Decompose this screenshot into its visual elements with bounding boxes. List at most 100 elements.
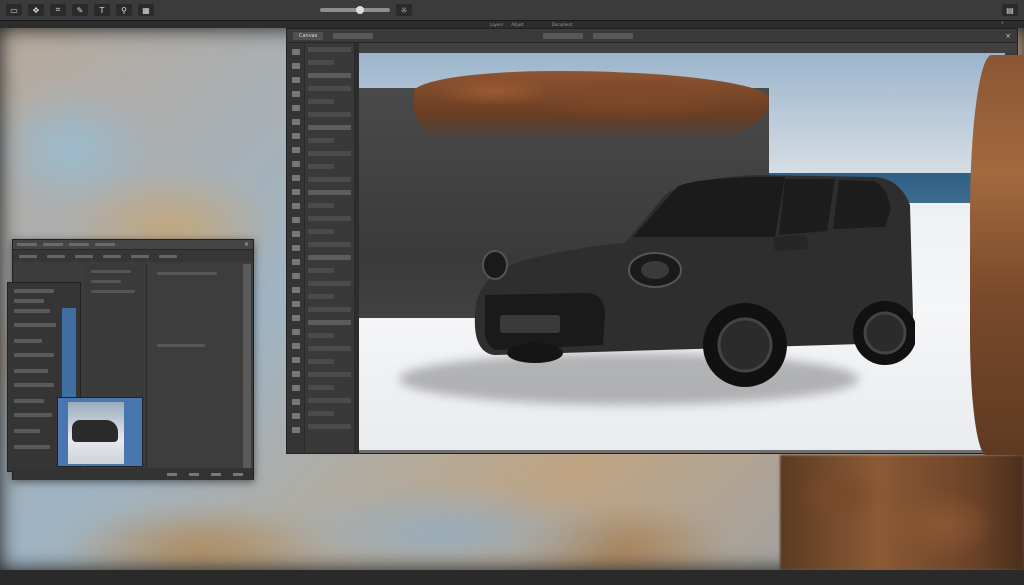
property-row[interactable] bbox=[308, 99, 334, 104]
move-icon[interactable]: ✥ bbox=[28, 4, 44, 16]
secondary-scrollbar[interactable] bbox=[243, 264, 251, 476]
option-row[interactable] bbox=[14, 353, 54, 357]
zoom-slider[interactable] bbox=[320, 6, 390, 14]
menu-item[interactable] bbox=[75, 254, 93, 258]
property-row[interactable] bbox=[308, 385, 334, 390]
close-icon[interactable]: × bbox=[1005, 32, 1011, 40]
menu-item[interactable] bbox=[19, 254, 37, 258]
tool-icon[interactable] bbox=[291, 105, 300, 111]
footer-icon[interactable] bbox=[189, 472, 199, 476]
layer-row[interactable] bbox=[91, 280, 121, 283]
tool-icon[interactable] bbox=[291, 133, 300, 139]
property-row[interactable] bbox=[308, 424, 351, 429]
property-row[interactable] bbox=[308, 60, 334, 65]
property-row[interactable] bbox=[308, 320, 351, 325]
image-thumbnail[interactable] bbox=[57, 397, 143, 467]
property-row[interactable] bbox=[308, 398, 351, 403]
canvas-tab[interactable]: Canvas bbox=[293, 31, 324, 40]
close-icon[interactable]: × bbox=[1001, 20, 1004, 25]
property-row[interactable] bbox=[308, 268, 334, 273]
property-row[interactable] bbox=[308, 73, 351, 78]
menu-item[interactable] bbox=[47, 254, 65, 258]
grid-icon[interactable]: ▦ bbox=[138, 4, 154, 16]
tool-icon[interactable] bbox=[291, 287, 300, 293]
tool-icon[interactable] bbox=[291, 49, 300, 55]
option-row[interactable] bbox=[14, 445, 50, 449]
tool-icon[interactable] bbox=[291, 217, 300, 223]
tool-icon[interactable] bbox=[291, 91, 300, 97]
option-row[interactable] bbox=[14, 369, 48, 373]
property-row[interactable] bbox=[308, 359, 334, 364]
property-row[interactable] bbox=[308, 190, 351, 195]
menu-item[interactable] bbox=[159, 254, 177, 258]
tool-icon[interactable] bbox=[291, 245, 300, 251]
zoom-field[interactable] bbox=[543, 32, 584, 39]
image-canvas[interactable] bbox=[359, 53, 1005, 450]
tool-icon[interactable] bbox=[291, 343, 300, 349]
layer-row[interactable] bbox=[91, 270, 131, 273]
property-row[interactable] bbox=[308, 346, 351, 351]
zoom-icon[interactable]: ⚲ bbox=[116, 4, 132, 16]
property-row[interactable] bbox=[308, 333, 334, 338]
tool-icon[interactable] bbox=[291, 259, 300, 265]
property-row[interactable] bbox=[308, 307, 351, 312]
adjust-row[interactable] bbox=[157, 272, 217, 275]
tool-icon[interactable] bbox=[291, 147, 300, 153]
property-row[interactable] bbox=[308, 255, 351, 260]
tool-icon[interactable] bbox=[291, 175, 300, 181]
property-row[interactable] bbox=[308, 203, 334, 208]
option-row[interactable] bbox=[14, 339, 42, 343]
tool-icon[interactable] bbox=[291, 371, 300, 377]
tool-icon[interactable] bbox=[291, 315, 300, 321]
property-row[interactable] bbox=[308, 242, 351, 247]
property-row[interactable] bbox=[308, 216, 351, 221]
tool-icon[interactable] bbox=[291, 231, 300, 237]
subbar-item-adjust[interactable]: Adjust bbox=[511, 22, 524, 27]
property-row[interactable] bbox=[308, 372, 351, 377]
menu-item[interactable] bbox=[103, 254, 121, 258]
tool-icon[interactable] bbox=[291, 189, 300, 195]
option-row[interactable] bbox=[14, 323, 56, 327]
brush-icon[interactable]: ✎ bbox=[72, 4, 88, 16]
property-row[interactable] bbox=[308, 164, 334, 169]
layout-icon[interactable]: ▤ bbox=[1002, 4, 1018, 16]
crop-icon[interactable]: ⌗ bbox=[50, 4, 66, 16]
footer-icon[interactable] bbox=[211, 472, 221, 476]
brightness-icon[interactable]: ☼ bbox=[396, 4, 412, 16]
tool-icon[interactable] bbox=[291, 203, 300, 209]
tool-icon[interactable] bbox=[291, 273, 300, 279]
property-row[interactable] bbox=[308, 411, 334, 416]
zoom-slider-knob[interactable] bbox=[356, 6, 364, 14]
footer-icon[interactable] bbox=[167, 472, 177, 476]
tool-icon[interactable] bbox=[291, 77, 300, 83]
document-field[interactable] bbox=[333, 32, 374, 39]
tool-icon[interactable] bbox=[291, 119, 300, 125]
subbar-item-layers[interactable]: Layers bbox=[490, 22, 503, 27]
tool-icon[interactable] bbox=[291, 329, 300, 335]
tool-icon[interactable] bbox=[291, 357, 300, 363]
option-row[interactable] bbox=[14, 429, 40, 433]
text-icon[interactable]: T bbox=[94, 4, 110, 16]
tool-icon[interactable] bbox=[291, 63, 300, 69]
menu-item[interactable] bbox=[131, 254, 149, 258]
property-row[interactable] bbox=[308, 112, 351, 117]
option-row[interactable] bbox=[14, 383, 54, 387]
property-row[interactable] bbox=[308, 138, 334, 143]
property-row[interactable] bbox=[308, 47, 351, 52]
mode-field[interactable] bbox=[593, 32, 634, 39]
property-row[interactable] bbox=[308, 151, 351, 156]
property-row[interactable] bbox=[308, 294, 334, 299]
tool-icon[interactable] bbox=[291, 301, 300, 307]
property-row[interactable] bbox=[308, 229, 334, 234]
property-row[interactable] bbox=[308, 177, 351, 182]
tool-icon[interactable] bbox=[291, 413, 300, 419]
option-row[interactable] bbox=[14, 289, 54, 293]
tool-icon[interactable] bbox=[291, 427, 300, 433]
close-icon[interactable]: × bbox=[244, 241, 249, 248]
property-row[interactable] bbox=[308, 281, 351, 286]
adjust-row[interactable] bbox=[157, 344, 205, 347]
tool-icon[interactable] bbox=[291, 399, 300, 405]
select-icon[interactable]: ▭ bbox=[6, 4, 22, 16]
property-row[interactable] bbox=[308, 86, 351, 91]
tool-icon[interactable] bbox=[291, 385, 300, 391]
